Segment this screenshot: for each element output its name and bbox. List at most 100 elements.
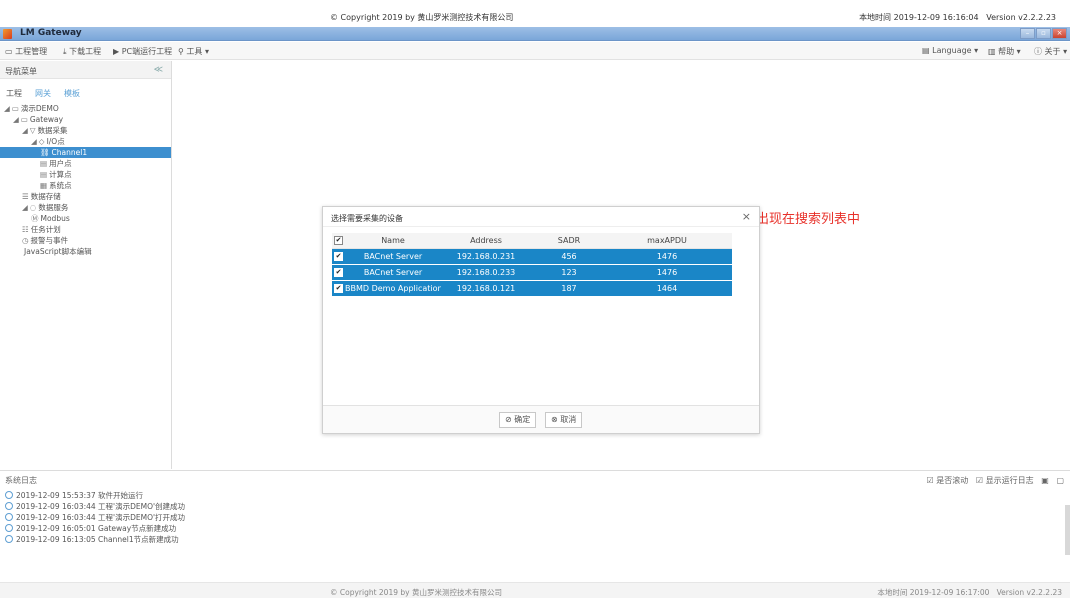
tree-node-label: I/O点	[46, 137, 65, 146]
expand-arrow-icon[interactable]: ◢	[22, 203, 28, 212]
tab-project[interactable]: 工程	[6, 88, 22, 99]
table-row[interactable]: ✔ BBMD Demo Application 192.168.0.121 187 14…	[332, 281, 732, 297]
cell-maxapdu: 1476	[656, 268, 678, 277]
expand-arrow-icon[interactable]: ◢	[13, 115, 19, 124]
col-header-maxapdu[interactable]: maxAPDU	[607, 233, 727, 248]
cell-sadr: 456	[561, 252, 577, 261]
expand-arrow-icon[interactable]: ◢	[4, 104, 10, 113]
tree-node[interactable]: ◢ ◌ 数据服务	[0, 202, 171, 213]
window-title: LM Gateway	[20, 28, 82, 38]
tree-node[interactable]: ◢ ▽ 数据采集	[0, 125, 171, 136]
project-tree: ◢ ▭ 演示DEMO ◢ ▭ Gateway ◢ ▽ 数据采集 ◢ ◇ I/O点 ⛓ Channel1 ▤ 用…	[0, 103, 171, 257]
clear-log-icon[interactable]: ▢	[1056, 476, 1064, 485]
tree-node[interactable]: ▤ 用户点	[0, 158, 171, 169]
gateway-icon: ▭	[20, 115, 28, 124]
sidebar-header: 导航菜单 ≪	[0, 61, 171, 79]
log-options: ☑ 是否滚动 ☑ 显示运行日志 ▣ ▢	[927, 475, 1064, 486]
col-header-name[interactable]: Name	[345, 233, 441, 248]
channel-icon: ⛓	[40, 148, 50, 157]
cell-address: 192.168.0.233	[456, 268, 516, 277]
collapse-icon[interactable]: ≪	[154, 65, 163, 75]
row-checkbox[interactable]: ✔	[334, 268, 343, 277]
tree-node-label: 系统点	[49, 181, 72, 190]
tree-node[interactable]: ◢ ▭ Gateway	[0, 114, 171, 125]
ok-icon: ⊘	[505, 415, 515, 424]
ok-button[interactable]: ⊘ 确定	[499, 412, 537, 428]
expand-arrow-icon[interactable]: ◢	[31, 137, 37, 146]
minimize-icon[interactable]: –	[1020, 28, 1035, 39]
auto-scroll-checkbox[interactable]: ☑ 是否滚动	[927, 476, 969, 485]
tree-node[interactable]: Ⓜ Modbus	[0, 213, 171, 224]
tree-node[interactable]: ☷ 任务计划	[0, 224, 171, 235]
tree-node[interactable]: ☰ 数据存储	[0, 191, 171, 202]
tab-gateway[interactable]: 网关	[35, 88, 51, 99]
cancel-button[interactable]: ⊗ 取消	[545, 412, 583, 428]
tree-node[interactable]: ▤ 计算点	[0, 169, 171, 180]
dialog-header: 选择需要采集的设备 ×	[323, 207, 759, 227]
menu-pc-run[interactable]: ▶ PC端运行工程	[113, 46, 172, 57]
cell-name: BACnet Server	[363, 252, 423, 261]
footer-copyright: © Copyright 2019 by 黄山罗米测控技术有限公司	[330, 588, 502, 597]
info-circle-icon	[5, 491, 13, 499]
table-row[interactable]: ✔ BACnet Server 192.168.0.231 456 1476	[332, 249, 732, 265]
menu-language[interactable]: ▤ Language ▾	[922, 46, 978, 55]
select-all-checkbox[interactable]: ✔	[334, 236, 343, 245]
table-row[interactable]: ✔ BACnet Server 192.168.0.233 123 1476	[332, 265, 732, 281]
tree-node[interactable]: ▦ 系统点	[0, 180, 171, 191]
log-entry: 2019-12-09 15:53:37 软件开始运行	[5, 490, 1065, 501]
expand-arrow-icon[interactable]: ◢	[22, 126, 28, 135]
tree-node-label: Channel1	[51, 148, 88, 157]
dialog-close-icon[interactable]: ×	[742, 210, 751, 223]
tree-node-label: 演示DEMO	[20, 104, 59, 113]
system-point-icon: ▦	[40, 181, 48, 190]
cell-maxapdu: 1476	[656, 252, 678, 261]
menu-download-project[interactable]: ⤓ 下载工程	[63, 46, 101, 57]
log-entry: 2019-12-09 16:03:44 工程'演示DEMO'创建成功	[5, 501, 1065, 512]
tree-node[interactable]: ◢ ◇ I/O点	[0, 136, 171, 147]
table-header-row: ✔ Name Address SADR maxAPDU	[332, 233, 732, 249]
top-info-bar: © Copyright 2019 by 黄山罗米测控技术有限公司 本地时间 20…	[0, 0, 1070, 28]
status-footer: © Copyright 2019 by 黄山罗米测控技术有限公司 本地时间 20…	[0, 582, 1070, 598]
top-copyright: © Copyright 2019 by 黄山罗米测控技术有限公司	[330, 13, 514, 22]
cell-address: 192.168.0.231	[456, 252, 516, 261]
row-checkbox[interactable]: ✔	[334, 284, 343, 293]
row-checkbox[interactable]: ✔	[334, 252, 343, 261]
tree-node[interactable]: ◷ 报警与事件	[0, 235, 171, 246]
tree-node[interactable]: JavaScript脚本编辑	[0, 246, 171, 257]
row-check-cell: ✔	[332, 281, 345, 296]
log-scrollbar[interactable]	[1065, 505, 1070, 555]
info-circle-icon	[5, 513, 13, 521]
tree-node-label: 任务计划	[30, 225, 61, 234]
tree-node[interactable]: ◢ ▭ 演示DEMO	[0, 103, 171, 114]
export-log-icon[interactable]: ▣	[1041, 476, 1049, 485]
cell-name: BACnet Server	[363, 268, 423, 277]
tree-node-label: 数据存储	[30, 192, 61, 201]
cell-address: 192.168.0.121	[456, 284, 516, 293]
info-circle-icon	[5, 535, 13, 543]
log-entry: 2019-12-09 16:03:44 工程'演示DEMO'打开成功	[5, 512, 1065, 523]
col-header-address[interactable]: Address	[441, 233, 531, 248]
user-point-icon: ▤	[40, 159, 48, 168]
log-entry: 2019-12-09 16:13:05 Channel1节点新建成功	[5, 534, 1065, 545]
calc-point-icon: ▤	[40, 170, 48, 179]
top-version: Version v2.2.2.23	[986, 13, 1056, 22]
play-icon: ▶	[113, 47, 122, 56]
menu-about[interactable]: ⓘ 关于 ▾	[1034, 46, 1067, 57]
menu-project-manage[interactable]: ▭ 工程管理	[5, 46, 47, 57]
alarm-icon: ◷	[22, 236, 29, 245]
menu-tools[interactable]: ⚲ 工具 ▾	[178, 46, 209, 57]
device-table: ✔ Name Address SADR maxAPDU ✔ BACnet Serv…	[332, 233, 732, 297]
tab-template[interactable]: 模板	[64, 88, 80, 99]
close-window-icon[interactable]: ×	[1052, 28, 1067, 39]
restore-icon[interactable]: ▫	[1036, 28, 1051, 39]
col-header-sadr[interactable]: SADR	[531, 233, 607, 248]
info-circle-icon	[5, 524, 13, 532]
show-run-log-checkbox[interactable]: ☑ 显示运行日志	[976, 476, 1034, 485]
nav-sidebar: 导航菜单 ≪ 工程 网关 模板 ◢ ▭ 演示DEMO ◢ ▭ Gateway ◢ ▽ 数据采集 ◢…	[0, 61, 172, 469]
menu-bar: ▭ 工程管理 ⤓ 下载工程 ▶ PC端运行工程 ⚲ 工具 ▾ ▤ Languag…	[0, 42, 1070, 60]
log-entry: 2019-12-09 16:05:01 Gateway节点新建成功	[5, 523, 1065, 534]
tree-node-label: 数据采集	[37, 126, 68, 135]
menu-help[interactable]: ▥ 帮助 ▾	[988, 46, 1021, 57]
tree-node[interactable]: ⛓ Channel1	[0, 147, 171, 158]
tree-node-label: JavaScript脚本编辑	[24, 247, 92, 256]
